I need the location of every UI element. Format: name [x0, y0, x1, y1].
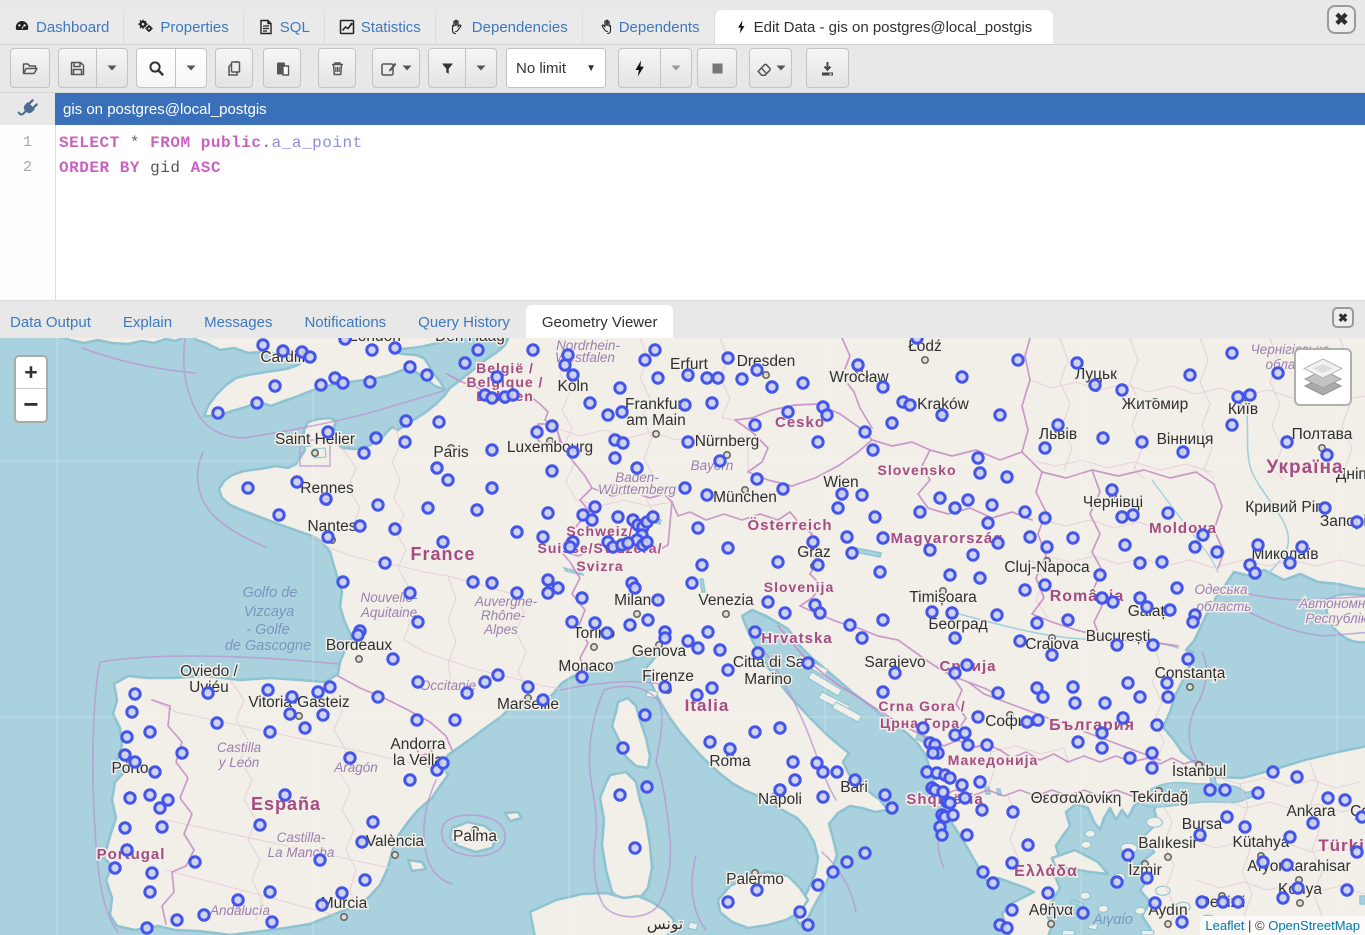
svg-text:Vitoria-Gasteiz: Vitoria-Gasteiz: [248, 694, 349, 711]
svg-text:Vizcaya: Vizcaya: [244, 604, 295, 620]
svg-text:Crna Gora /: Crna Gora /: [878, 698, 965, 714]
svg-text:Полтава: Полтава: [1292, 426, 1353, 443]
svg-text:Dresden: Dresden: [737, 353, 796, 370]
svg-text:Frankfurt: Frankfurt: [625, 396, 688, 413]
svg-text:Balıkesir: Balıkesir: [1138, 835, 1197, 852]
svg-text:München: München: [713, 489, 777, 506]
svg-text:Den Haag: Den Haag: [435, 338, 505, 345]
svg-text:Kütahya: Kütahya: [1233, 834, 1290, 851]
svg-text:Castilla: Castilla: [217, 740, 262, 755]
svg-text:область: область: [1196, 599, 1251, 614]
svg-text:Житомир: Житомир: [1122, 396, 1188, 413]
svg-text:İstanbul: İstanbul: [1172, 762, 1226, 780]
svg-text:Alpes: Alpes: [483, 622, 518, 637]
svg-text:Andorra: Andorra: [390, 736, 446, 753]
svg-text:Golfo de: Golfo de: [243, 585, 298, 601]
svg-text:Luxembourg: Luxembourg: [507, 439, 593, 456]
svg-text:Paris: Paris: [433, 444, 469, 461]
svg-text:de Gascogne: de Gascogne: [225, 638, 311, 654]
svg-text:am Main: am Main: [626, 412, 685, 429]
svg-text:Slovensko: Slovensko: [877, 462, 956, 478]
svg-text:Вінниця: Вінниця: [1157, 431, 1214, 448]
svg-text:Italia: Italia: [685, 696, 730, 715]
svg-text:Автономна: Автономна: [1298, 596, 1365, 611]
svg-text:Saint Helier: Saint Helier: [275, 431, 355, 448]
svg-text:- Golfe: - Golfe: [246, 622, 290, 638]
svg-text:Україна: Україна: [1266, 457, 1343, 478]
svg-text:Кривий Ріг: Кривий Ріг: [1245, 499, 1321, 516]
svg-text:Venezia: Venezia: [698, 592, 754, 609]
svg-text:Württemberg: Württemberg: [598, 482, 677, 497]
svg-text:Palma: Palma: [453, 828, 497, 845]
svg-text:Αθήνα: Αθήνα: [1029, 902, 1073, 919]
svg-text:Genova: Genova: [632, 643, 687, 660]
svg-text:Республіка: Республіка: [1305, 611, 1365, 626]
svg-text:Slovenija: Slovenija: [764, 579, 834, 595]
svg-text:Svizra: Svizra: [576, 558, 623, 574]
svg-text:y León: y León: [218, 755, 260, 770]
svg-text:Aragón: Aragón: [333, 760, 378, 775]
svg-text:Castilla-: Castilla-: [277, 830, 326, 845]
svg-text:Одеська: Одеська: [1194, 582, 1248, 597]
svg-text:Θεσσαλονίκη: Θεσσαλονίκη: [1031, 790, 1122, 807]
svg-text:Tekirdağ: Tekirdağ: [1130, 789, 1189, 806]
svg-text:Aquitaine: Aquitaine: [360, 605, 417, 620]
svg-text:Città di San: Città di San: [733, 654, 813, 671]
svg-text:Rhône-: Rhône-: [481, 608, 526, 623]
svg-text:Nürnberg: Nürnberg: [695, 433, 760, 450]
svg-text:Αιγαίο: Αιγαίο: [1092, 912, 1133, 928]
svg-text:Београд: Београд: [928, 616, 987, 633]
svg-text:Cesko: Cesko: [775, 414, 825, 431]
svg-text:Hrvatska: Hrvatska: [761, 630, 832, 647]
svg-text:Timișoara: Timișoara: [909, 589, 977, 606]
svg-text:Київ: Київ: [1228, 401, 1258, 418]
svg-text:Македонија: Македонија: [948, 752, 1039, 768]
svg-text:Cluj-Napoca: Cluj-Napoca: [1004, 559, 1090, 576]
svg-text:Auvergne-: Auvergne-: [474, 594, 538, 609]
svg-text:Marseille: Marseille: [497, 696, 559, 713]
svg-text:Österreich: Österreich: [747, 517, 832, 534]
svg-text:Magyarország: Magyarország: [891, 530, 1004, 547]
svg-text:Oviedo /: Oviedo /: [180, 663, 238, 680]
svg-text:Bayern: Bayern: [691, 458, 734, 473]
svg-text:Ελλάδα: Ελλάδα: [1014, 863, 1078, 880]
svg-text:Marino: Marino: [744, 671, 791, 688]
svg-text:تونس: تونس: [647, 916, 683, 933]
svg-text:València: València: [366, 833, 425, 850]
